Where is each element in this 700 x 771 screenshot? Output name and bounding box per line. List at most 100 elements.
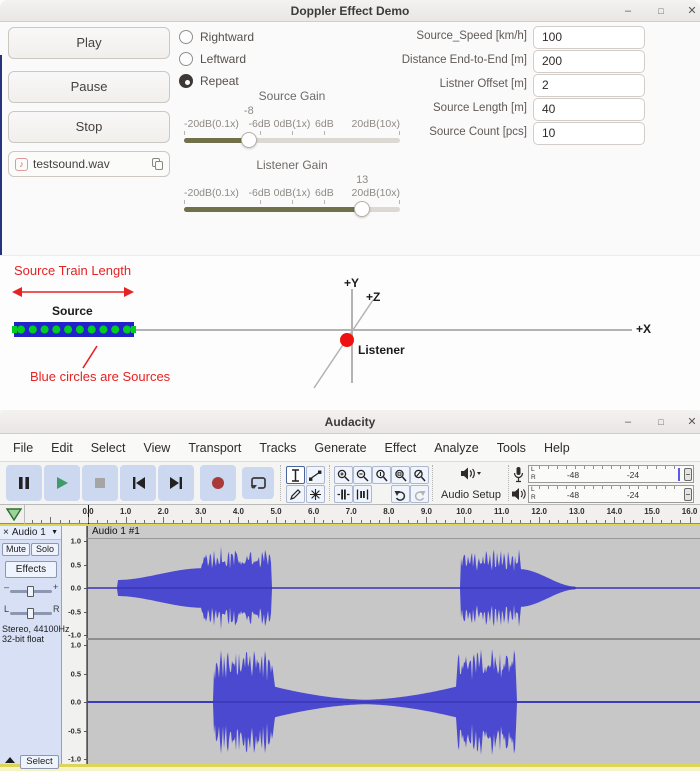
annotation-line: [82, 345, 98, 369]
stop-button[interactable]: [82, 465, 118, 501]
radio-dot[interactable]: [179, 74, 193, 88]
radio-dot[interactable]: [179, 30, 193, 44]
field-input[interactable]: 100: [533, 26, 645, 49]
track-name[interactable]: Audio 1: [12, 527, 46, 538]
track-area: Audio 1 #1 × Audio 1 ▼ Mute Solo Effects…: [0, 524, 700, 771]
minimize-icon[interactable]: –: [620, 3, 636, 19]
ruler-tick: [84, 702, 87, 703]
menu-select[interactable]: Select: [82, 437, 135, 459]
silence-audio-button[interactable]: [353, 485, 372, 503]
track-header[interactable]: × Audio 1 ▼: [0, 526, 61, 540]
form-row: Distance End-to-End [m] 200: [327, 50, 645, 73]
source-gain-thumb[interactable]: [240, 132, 257, 148]
playback-meter[interactable]: LR -48 -24: [528, 485, 694, 503]
close-icon[interactable]: ✕: [684, 414, 700, 430]
pan-slider-thumb[interactable]: [27, 608, 34, 619]
radio-repeat[interactable]: Repeat: [179, 73, 239, 89]
field-input[interactable]: 2: [533, 74, 645, 97]
loop-button[interactable]: [242, 467, 274, 499]
ruler-tick: [84, 564, 87, 566]
timeline-tick: [351, 517, 353, 523]
play-button[interactable]: Play: [8, 27, 170, 59]
menu-edit[interactable]: Edit: [42, 437, 82, 459]
track-close-icon[interactable]: ×: [3, 527, 9, 538]
timeline-label: 2.0: [157, 507, 169, 516]
collapse-track-icon[interactable]: [5, 757, 15, 763]
field-input[interactable]: 200: [533, 50, 645, 73]
menu-help[interactable]: Help: [535, 437, 579, 459]
timeline-tick: [88, 517, 89, 523]
file-chooser-button[interactable]: ♪ testsound.wav: [8, 151, 170, 177]
source-dot: [111, 325, 120, 334]
listener-gain-slider[interactable]: [184, 201, 400, 217]
zoom-toggle-button[interactable]: [410, 466, 429, 484]
waveform-channel1[interactable]: [87, 539, 700, 638]
pause-button[interactable]: Pause: [8, 71, 170, 103]
track-menu-caret-icon[interactable]: ▼: [51, 529, 58, 536]
menu-generate[interactable]: Generate: [305, 437, 375, 459]
select-button[interactable]: Select: [20, 755, 59, 769]
audio-setup-button[interactable]: Audio Setup: [436, 464, 506, 503]
field-input[interactable]: 10: [533, 122, 645, 145]
scale-tickmark: [259, 131, 261, 135]
timeline-tick: [492, 520, 494, 523]
meter-tick: [656, 466, 657, 469]
meter-slider-knob[interactable]: [684, 488, 692, 501]
timeline-tick: [511, 520, 512, 523]
menu-effect[interactable]: Effect: [376, 437, 426, 459]
maximize-icon[interactable]: □: [653, 414, 669, 430]
listener-gain-thumb[interactable]: [354, 201, 371, 217]
meter-slider-knob[interactable]: [684, 468, 692, 481]
field-input[interactable]: 40: [533, 98, 645, 121]
radio-rightward[interactable]: Rightward: [179, 29, 254, 45]
record-button[interactable]: [200, 465, 236, 501]
pause-icon: [19, 477, 29, 489]
zoom-out-button[interactable]: [353, 466, 372, 484]
meter-tick: [638, 486, 639, 489]
multi-tool-button[interactable]: [306, 485, 325, 503]
menu-analyze[interactable]: Analyze: [425, 437, 487, 459]
selection-tool-button[interactable]: [286, 466, 305, 484]
menu-transport[interactable]: Transport: [179, 437, 250, 459]
copy-icon[interactable]: [152, 158, 163, 170]
zoom-in-button[interactable]: [334, 466, 353, 484]
radio-leftward[interactable]: Leftward: [179, 51, 246, 67]
skip-to-start-button[interactable]: [120, 465, 156, 501]
clip-title-bar[interactable]: Audio 1 #1: [87, 526, 700, 539]
multi-tool-icon: [310, 488, 321, 500]
maximize-icon[interactable]: □: [653, 3, 669, 19]
minimize-icon[interactable]: –: [620, 414, 636, 430]
effects-button[interactable]: Effects: [5, 561, 57, 578]
ruler-tick: [84, 673, 87, 675]
pause-button[interactable]: [6, 465, 42, 501]
timeline-tick: [31, 520, 33, 523]
menu-tracks[interactable]: Tracks: [250, 437, 305, 459]
timeline-label: 10.0: [456, 507, 472, 516]
solo-button[interactable]: Solo: [31, 543, 59, 556]
trim-audio-button[interactable]: [334, 485, 353, 503]
close-icon[interactable]: ✕: [684, 3, 700, 19]
menu-tools[interactable]: Tools: [488, 437, 535, 459]
fit-selection-button[interactable]: [372, 466, 391, 484]
meter-scale-label: -24: [626, 490, 640, 500]
menu-file[interactable]: File: [4, 437, 42, 459]
timeline-tick: [78, 520, 80, 523]
undo-button[interactable]: [391, 485, 410, 503]
recording-meter[interactable]: LR -48 -24: [528, 465, 694, 483]
menu-view[interactable]: View: [134, 437, 179, 459]
redo-button[interactable]: [410, 485, 429, 503]
play-marker-icon[interactable]: [6, 508, 23, 521]
skip-to-end-button[interactable]: [158, 465, 194, 501]
waveform-channel2[interactable]: [87, 640, 700, 764]
timeline-ruler[interactable]: 0.0 1.0 2.0 3.0 4.0 5.0 6.0 7.0 8.0 9.0 10.0 11.0 12…: [0, 505, 700, 524]
draw-tool-button[interactable]: [286, 485, 305, 503]
fit-project-button[interactable]: [391, 466, 410, 484]
source-gain-value: -8: [243, 105, 254, 117]
radio-dot[interactable]: [179, 52, 193, 66]
skip-end-icon: [169, 477, 182, 489]
mute-button[interactable]: Mute: [2, 543, 30, 556]
gain-slider-thumb[interactable]: [27, 586, 34, 597]
envelope-tool-button[interactable]: [306, 466, 325, 484]
play-button[interactable]: [44, 465, 80, 501]
stop-button[interactable]: Stop: [8, 111, 170, 143]
